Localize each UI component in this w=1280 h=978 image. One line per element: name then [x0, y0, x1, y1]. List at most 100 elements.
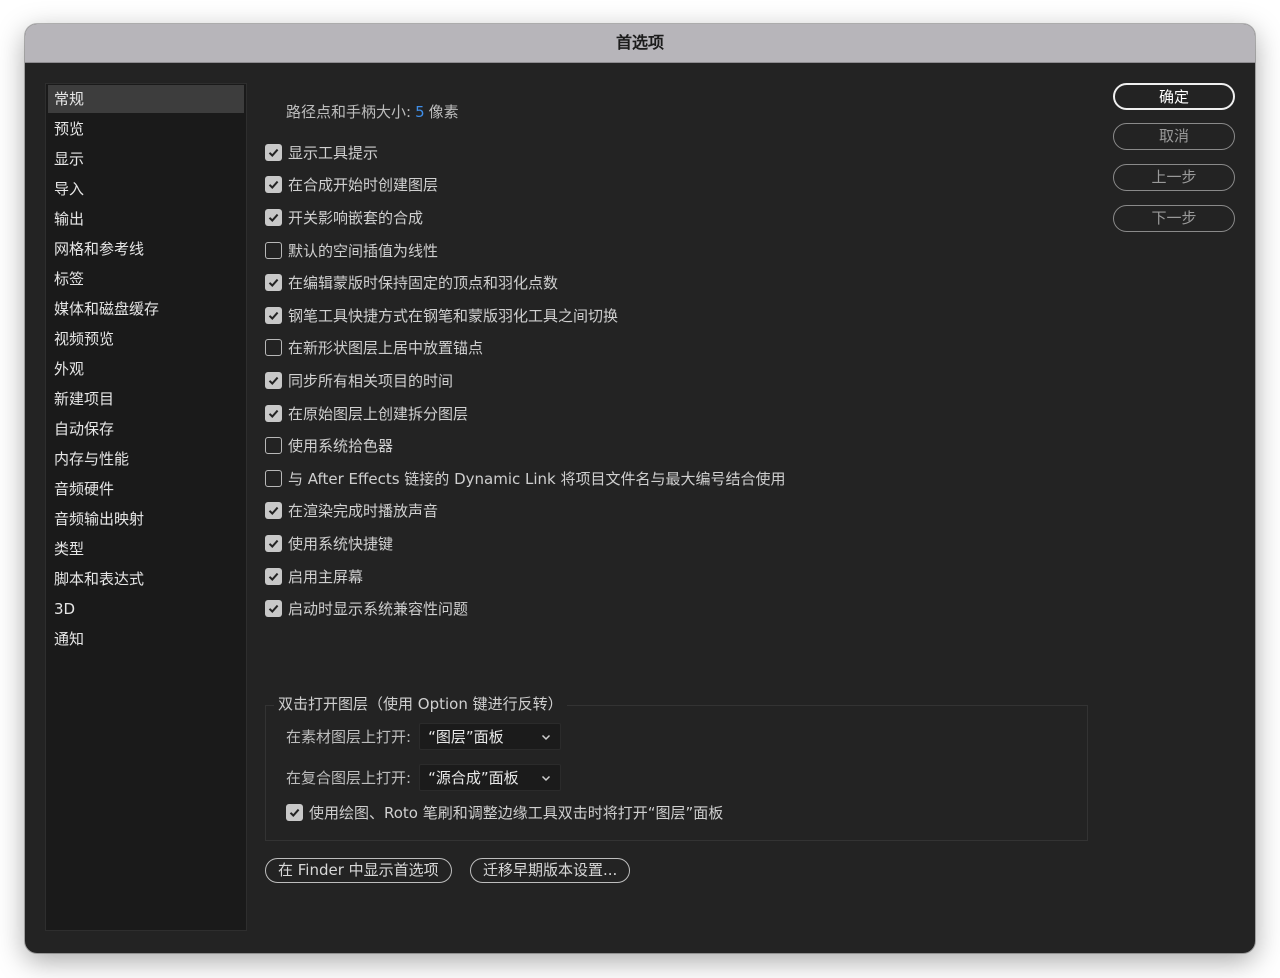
sidebar-item[interactable]: 音频硬件 [48, 475, 244, 503]
checkbox-row[interactable]: 使用系统拾色器 [265, 429, 786, 462]
general-panel: 路径点和手柄大小: 5 像素 显示工具提示在合成开始时创建图层 开关影响嵌套的合成 默认… [265, 83, 1105, 933]
checkmark-icon [268, 409, 279, 418]
sidebar-item[interactable]: 标签 [48, 265, 244, 293]
checkmark-icon [268, 148, 279, 157]
checkbox-label: 在合成开始时创建图层 [288, 176, 439, 195]
sidebar-item[interactable]: 内存与性能 [48, 445, 244, 473]
checkbox[interactable] [265, 241, 282, 259]
checkbox[interactable] [265, 437, 282, 455]
checkbox-label: 在渲染完成时播放声音 [288, 502, 439, 521]
checkbox-label: 钢笔工具快捷方式在钢笔和蒙版羽化工具之间切换 [288, 306, 619, 325]
checkbox[interactable] [265, 600, 282, 618]
ok-button[interactable]: 确定 [1113, 83, 1235, 110]
checkbox-row[interactable]: 在原始图层上创建拆分图层 [265, 397, 786, 430]
checkbox-row[interactable]: 默认的空间插值为线性 [265, 234, 786, 267]
sidebar-item[interactable]: 视频预览 [48, 325, 244, 353]
checkbox[interactable] [265, 567, 282, 585]
path-point-size-value[interactable]: 5 [415, 103, 425, 121]
category-list[interactable]: 常规 预览 显示 导入 输出 网格和参考线 标签 媒体和磁盘缓存 视频预览 外观 新建项目 自动保存内… [45, 83, 247, 931]
checkbox-row[interactable]: 在编辑蒙版时保持固定的顶点和羽化点数 [265, 266, 786, 299]
checkbox-row[interactable]: 在渲染完成时播放声音 [265, 495, 786, 528]
comp-open-label: 在复合图层上打开: [286, 769, 412, 787]
cancel-button[interactable]: 取消 [1113, 123, 1235, 150]
checkmark-icon [268, 279, 279, 288]
previous-button[interactable]: 上一步 [1113, 164, 1235, 191]
checkbox[interactable] [265, 534, 282, 552]
checkbox-row[interactable]: 与 After Effects 链接的 Dynamic Link 将项目文件名与… [265, 462, 786, 495]
checkbox-label: 在新形状图层上居中放置锚点 [288, 339, 484, 358]
paint-tools-checkbox[interactable] [286, 804, 303, 821]
path-point-size-label: 路径点和手柄大小: [286, 103, 412, 121]
checkbox-row[interactable]: 启动时显示系统兼容性问题 [265, 592, 786, 625]
sidebar-item[interactable]: 输出 [48, 205, 244, 233]
checkmark-icon [268, 376, 279, 385]
checkbox-label: 使用系统拾色器 [288, 437, 394, 456]
checkbox-label: 显示工具提示 [288, 143, 379, 162]
checkmark-icon [268, 539, 279, 548]
path-point-size-unit: 像素 [428, 103, 459, 121]
checkbox-label: 使用系统快捷键 [288, 534, 394, 553]
sidebar-item[interactable]: 新建项目 [48, 385, 244, 413]
checkbox-row[interactable]: 使用系统快捷键 [265, 527, 786, 560]
checkbox-row[interactable]: 显示工具提示 [265, 136, 786, 169]
sidebar-item[interactable]: 外观 [48, 355, 244, 383]
checkbox-label: 默认的空间插值为线性 [288, 241, 439, 260]
checkbox-row[interactable]: 钢笔工具快捷方式在钢笔和蒙版羽化工具之间切换 [265, 299, 786, 332]
checkbox[interactable] [265, 371, 282, 389]
comp-open-value: “源合成”面板 [428, 769, 519, 787]
sidebar-item[interactable]: 导入 [48, 175, 244, 203]
checkbox-label: 同步所有相关项目的时间 [288, 371, 454, 390]
footage-open-row: 在素材图层上打开: “图层”面板 [286, 723, 562, 750]
sidebar-item[interactable]: 类型 [48, 535, 244, 563]
checkbox[interactable] [265, 339, 282, 357]
chevron-down-icon [542, 734, 551, 740]
checkmark-icon [289, 808, 300, 817]
sidebar-item[interactable]: 预览 [48, 115, 244, 143]
checkmark-icon [268, 311, 279, 320]
checkbox[interactable] [265, 176, 282, 194]
checkbox-row[interactable]: 同步所有相关项目的时间 [265, 364, 786, 397]
migrate-settings-button[interactable]: 迁移早期版本设置... [470, 858, 631, 883]
sidebar-item[interactable]: 3D [48, 595, 244, 623]
paint-tools-checkbox-label: 使用绘图、Roto 笔刷和调整边缘工具双击时将打开“图层”面板 [309, 804, 724, 822]
checkbox[interactable] [265, 469, 282, 487]
reveal-in-finder-button[interactable]: 在 Finder 中显示首选项 [265, 858, 452, 883]
sidebar-item[interactable]: 音频输出映射 [48, 505, 244, 533]
sidebar-item[interactable]: 显示 [48, 145, 244, 173]
footage-open-dropdown[interactable]: “图层”面板 [419, 723, 562, 750]
paint-tools-checkbox-row[interactable]: 使用绘图、Roto 笔刷和调整边缘工具双击时将打开“图层”面板 [286, 802, 723, 823]
checkbox-row[interactable]: 在新形状图层上居中放置锚点 [265, 332, 786, 365]
checkbox[interactable] [265, 143, 282, 161]
checkbox[interactable] [265, 274, 282, 292]
checkmark-icon [268, 181, 279, 190]
double-click-group: 双击打开图层（使用 Option 键进行反转） 在素材图层上打开: “图层”面板… [265, 693, 1088, 841]
sidebar-item[interactable]: 通知 [48, 625, 244, 653]
sidebar-item[interactable]: 脚本和表达式 [48, 565, 244, 593]
preferences-window: 首选项 常规 预览 显示 导入 输出 网格和参考线 标签 媒体和磁盘缓存 视频预览 外观 新建项目自… [25, 24, 1255, 953]
window-title: 首选项 [25, 24, 1255, 63]
checkbox-row[interactable]: 在合成开始时创建图层 [265, 169, 786, 202]
comp-open-dropdown[interactable]: “源合成”面板 [419, 764, 562, 791]
checkbox[interactable] [265, 208, 282, 226]
double-click-group-title: 双击打开图层（使用 Option 键进行反转） [274, 693, 567, 714]
checkbox-row[interactable]: 启用主屏幕 [265, 560, 786, 593]
checkbox-label: 开关影响嵌套的合成 [288, 208, 424, 227]
footage-open-value: “图层”面板 [428, 728, 504, 746]
checkbox-row[interactable]: 开关影响嵌套的合成 [265, 201, 786, 234]
sidebar-item[interactable]: 媒体和磁盘缓存 [48, 295, 244, 323]
checkbox-label: 在原始图层上创建拆分图层 [288, 404, 469, 423]
footage-open-label: 在素材图层上打开: [286, 728, 412, 746]
checkmark-icon [268, 605, 279, 614]
checkmark-icon [268, 213, 279, 222]
checkbox[interactable] [265, 502, 282, 520]
sidebar-item[interactable]: 网格和参考线 [48, 235, 244, 263]
checkbox-label: 与 After Effects 链接的 Dynamic Link 将项目文件名与… [288, 469, 786, 488]
comp-open-row: 在复合图层上打开: “源合成”面板 [286, 764, 562, 791]
path-point-size-setting: 路径点和手柄大小: 5 像素 [286, 101, 459, 122]
checkbox[interactable] [265, 404, 282, 422]
sidebar-item[interactable]: 自动保存 [48, 415, 244, 443]
sidebar-item[interactable]: 常规 [48, 85, 244, 113]
next-button[interactable]: 下一步 [1113, 205, 1235, 232]
chevron-down-icon [542, 775, 551, 781]
checkbox[interactable] [265, 306, 282, 324]
